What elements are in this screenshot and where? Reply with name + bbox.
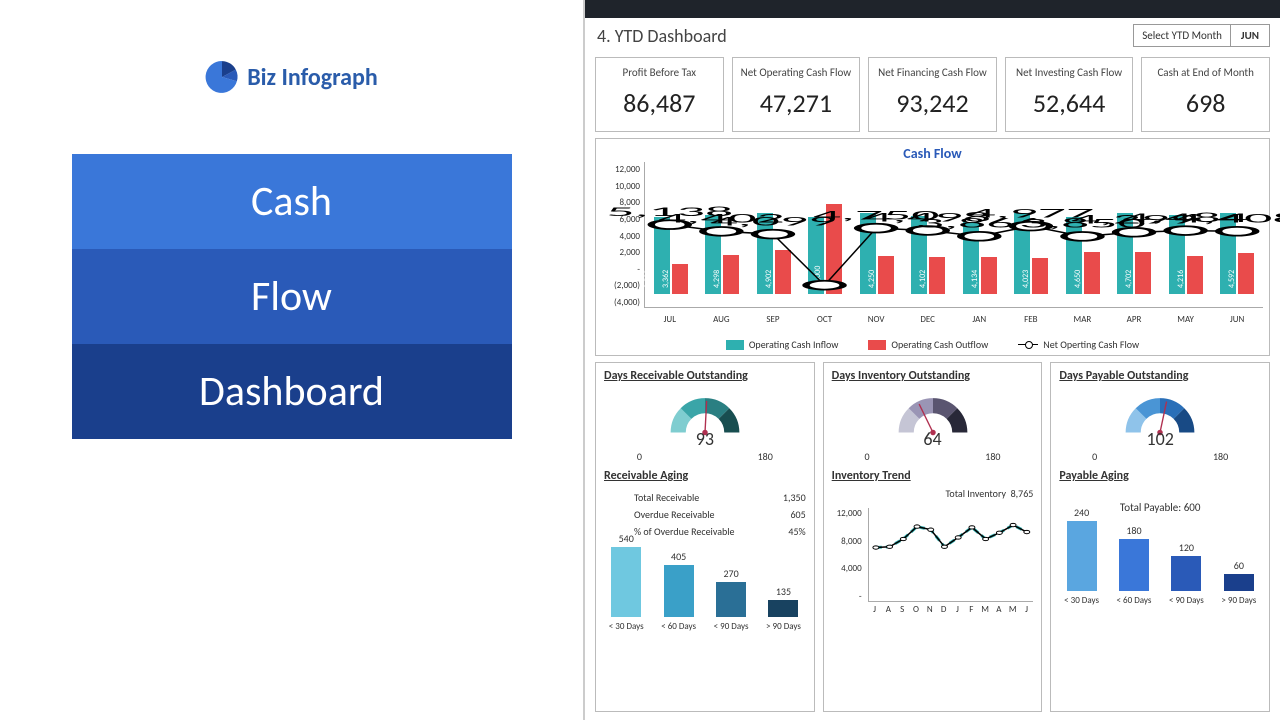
kpi-row: Profit Before Tax 86,487 Net Operating C… <box>585 53 1280 138</box>
title-panel: Biz Infograph Cash Flow Dashboard <box>0 0 585 720</box>
card-title: Days Payable Outstanding <box>1059 369 1261 383</box>
bar: 60 > 90 Days <box>1217 559 1261 607</box>
legend-net: Net Operting Cash Flow <box>1018 338 1139 351</box>
kpi-label: Net Operating Cash Flow <box>737 66 856 79</box>
kpi-label: Net Financing Cash Flow <box>873 66 992 79</box>
cash-flow-chart: Cash Flow 12,00010,0008,0006,0004,0002,0… <box>595 138 1270 356</box>
kpi-value: 52,644 <box>1010 87 1129 119</box>
title-word-1: Cash <box>72 154 512 249</box>
month-picker-value[interactable]: JUN <box>1231 24 1270 47</box>
pie-chart-icon <box>205 60 239 94</box>
gauge-value: 93 <box>696 428 714 450</box>
kpi-value: 47,271 <box>737 87 856 119</box>
app-titlebar <box>585 0 1280 18</box>
kpi-value: 86,487 <box>600 87 719 119</box>
kpi-card: Cash at End of Month 698 <box>1141 57 1270 132</box>
x-axis: JULAUGSEPOCTNOVDECJANFEBMARAPRMAYJUN <box>644 310 1263 332</box>
gauge-value: 102 <box>1146 428 1173 450</box>
inventory-total: Total Inventory 8,765 <box>832 487 1034 500</box>
payable-aging-chart: 240 < 30 Days 180 < 60 Days 120 < 90 Day… <box>1059 518 1261 606</box>
bar: 135 > 90 Days <box>761 585 805 633</box>
page-title: 4. YTD Dashboard <box>597 25 727 47</box>
logo-text: Biz Infograph <box>247 63 378 92</box>
svg-text:4,408: 4,408 <box>1174 210 1280 226</box>
kpi-card: Net Investing Cash Flow 52,644 <box>1005 57 1134 132</box>
kpi-value: 93,242 <box>873 87 992 119</box>
subsection-title: Payable Aging <box>1059 469 1261 483</box>
inventory-card: Days Inventory Outstanding 64 0180 Inven… <box>823 362 1043 712</box>
kpi-value: 698 <box>1146 87 1265 119</box>
kpi-card: Net Operating Cash Flow 47,271 <box>732 57 861 132</box>
y-axis: 12,00010,0008,0006,0004,0002,000-(2,000)… <box>602 162 644 332</box>
kpi-card: Net Financing Cash Flow 93,242 <box>868 57 997 132</box>
title-word-3: Dashboard <box>72 344 512 439</box>
receivable-aging-chart: 540 < 30 Days 405 < 60 Days 270 < 90 Day… <box>604 544 806 632</box>
logo: Biz Infograph <box>205 60 378 94</box>
bar: 240 < 30 Days <box>1059 506 1103 606</box>
inventory-trend-chart: 12,0008,0004,000- JASONDJFMAMJ <box>832 508 1034 618</box>
kpi-card: Profit Before Tax 86,487 <box>595 57 724 132</box>
line-overlay: 5,1384,4024,0994,7504,4983,8664,9773,850… <box>644 162 1263 308</box>
month-picker[interactable]: Select YTD Month JUN <box>1133 24 1270 47</box>
bar: 180 < 60 Days <box>1112 524 1156 607</box>
kpi-label: Net Investing Cash Flow <box>1010 66 1129 79</box>
dashboard-header: 4. YTD Dashboard Select YTD Month JUN <box>585 18 1280 53</box>
dashboard-panel: 4. YTD Dashboard Select YTD Month JUN Pr… <box>585 0 1280 720</box>
payable-card: Days Payable Outstanding 102 0180 Payabl… <box>1050 362 1270 712</box>
subsection-title: Inventory Trend <box>832 469 1034 483</box>
bar: 405 < 60 Days <box>656 550 700 633</box>
month-picker-label: Select YTD Month <box>1133 24 1231 47</box>
card-title: Days Inventory Outstanding <box>832 369 1034 383</box>
kpi-label: Cash at End of Month <box>1146 66 1265 79</box>
bar: 270 < 90 Days <box>709 567 753 632</box>
receivable-card: Days Receivable Outstanding 93 0180 Rece… <box>595 362 815 712</box>
chart-title: Cash Flow <box>602 145 1263 162</box>
legend-inflow: Operating Cash Inflow <box>726 338 839 351</box>
bar: 120 < 90 Days <box>1164 541 1208 606</box>
dashboard-title: Cash Flow Dashboard <box>72 154 512 439</box>
gauge-value: 64 <box>923 428 941 450</box>
title-word-2: Flow <box>72 249 512 344</box>
chart-legend: Operating Cash Inflow Operating Cash Out… <box>602 332 1263 353</box>
legend-outflow: Operating Cash Outflow <box>868 338 988 351</box>
kpi-label: Profit Before Tax <box>600 66 719 79</box>
subsection-title: Receivable Aging <box>604 469 806 483</box>
card-title: Days Receivable Outstanding <box>604 369 806 383</box>
bar: 540 < 30 Days <box>604 532 648 632</box>
